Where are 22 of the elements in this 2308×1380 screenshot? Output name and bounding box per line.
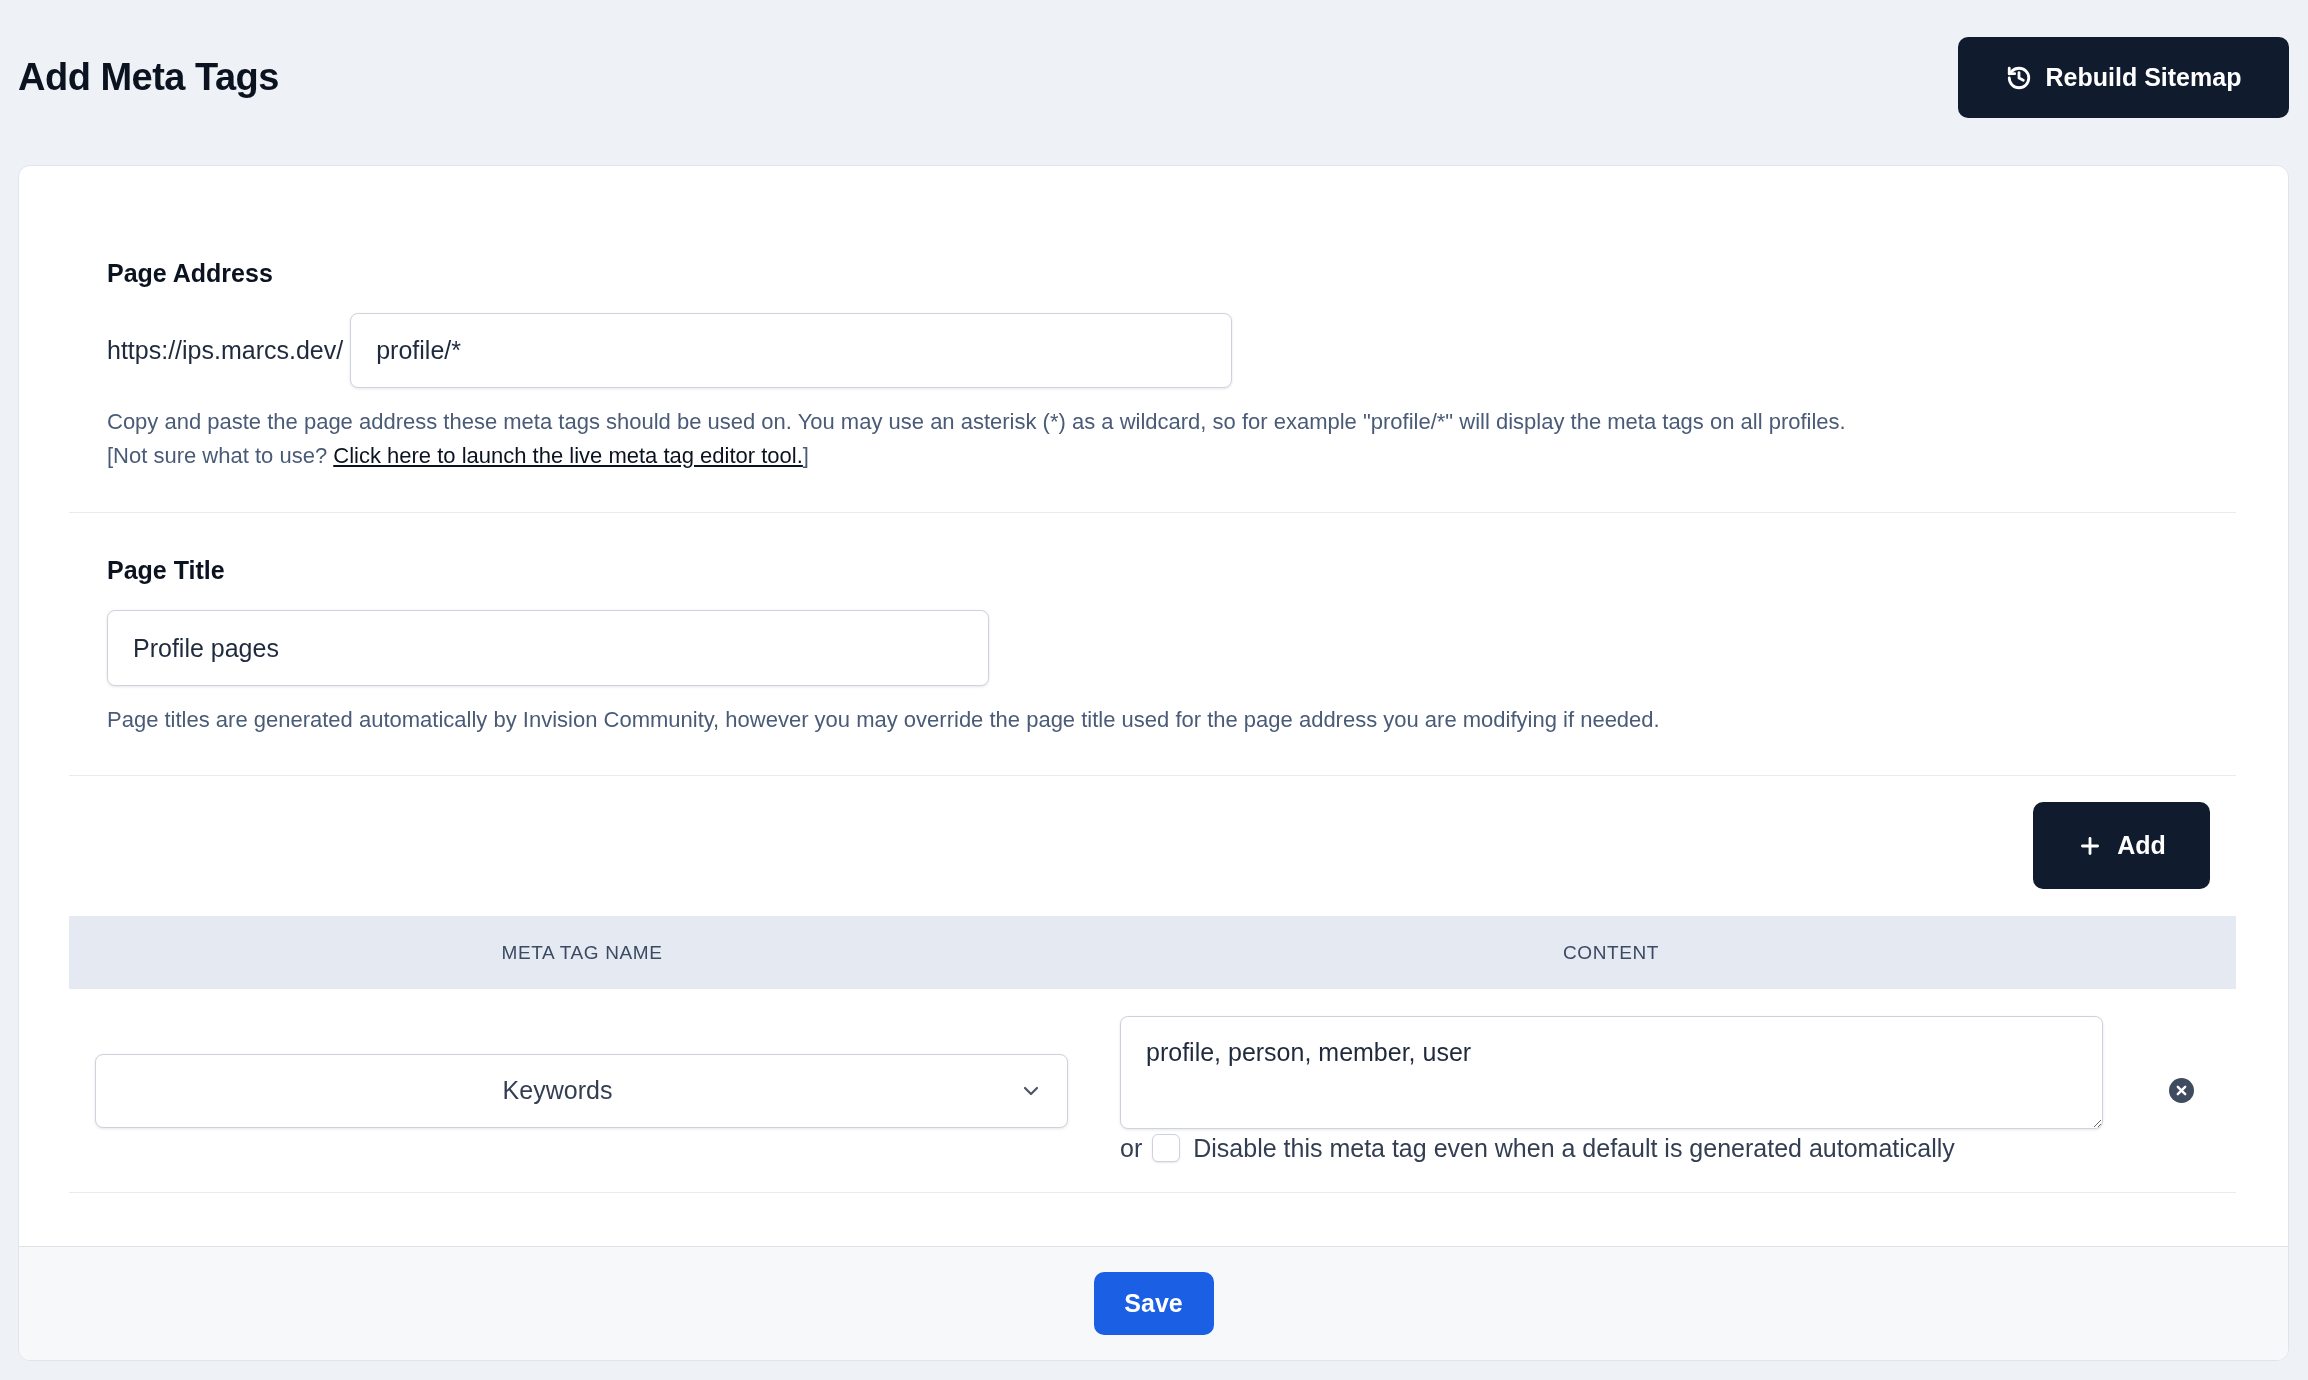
field-label: Page Title	[107, 555, 226, 585]
editor-link[interactable]: Click here to launch the live meta tag editor tool.	[333, 443, 803, 468]
help-text: Page titles are generated automatically by Invision Community, however you may override the page title used for the page address you are modifying if needed.	[107, 706, 1661, 734]
add-button[interactable]: Add	[2033, 802, 2210, 889]
column-header: CONTENT	[1562, 941, 1660, 964]
save-button[interactable]: Save	[1093, 1272, 1214, 1335]
meta-content-field[interactable]: profile, person, member, user	[1120, 1016, 2103, 1129]
page-title: Add Meta Tags	[18, 56, 279, 99]
disable-checkbox[interactable]	[1152, 1134, 1181, 1162]
page-title-field[interactable]: Profile pages	[107, 610, 989, 686]
rebuild-sitemap-button[interactable]: Rebuild Sitemap	[1958, 37, 2289, 118]
checkbox-label: Disable this meta tag even when a default is generated automatically	[1193, 1133, 1955, 1163]
x-circle-icon[interactable]	[2169, 1078, 2194, 1103]
page-address-field[interactable]: profile/*	[350, 313, 1233, 388]
help-note: [Not sure what to use? Click here to launch the live meta tag editor tool.]	[107, 442, 810, 470]
column-header: META TAG NAME	[500, 941, 664, 964]
or-text: or	[1120, 1133, 1143, 1163]
help-text: Copy and paste the page address these meta tags should be used on. You may use an asterisk (*) as a wildcard, so for example "profile/*" will display the meta tags on all profiles.	[107, 408, 1847, 436]
history-icon	[2005, 64, 2032, 91]
field-label: Page Address	[107, 258, 274, 288]
address-prefix: https://ips.marcs.dev/	[107, 336, 344, 365]
meta-tag-select[interactable]: Keywords	[95, 1053, 1068, 1128]
